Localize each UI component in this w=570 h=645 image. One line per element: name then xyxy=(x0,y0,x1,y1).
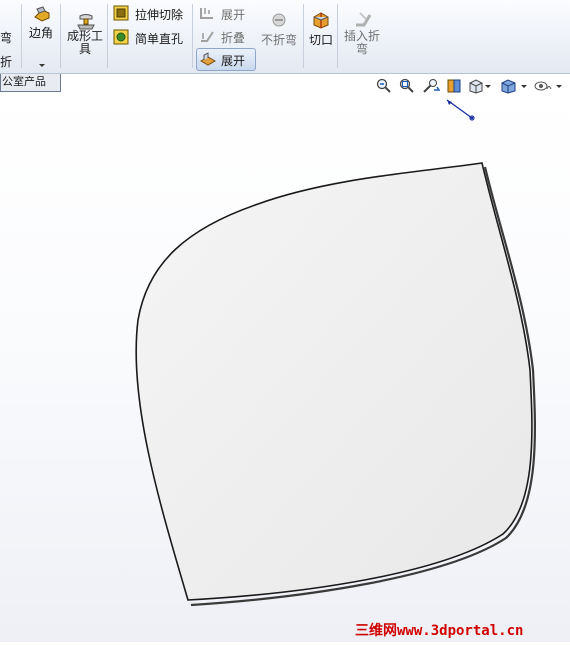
sheet-metal-flat-part[interactable] xyxy=(0,0,570,645)
watermark-text: 三维网www.3dportal.cn xyxy=(355,623,524,639)
